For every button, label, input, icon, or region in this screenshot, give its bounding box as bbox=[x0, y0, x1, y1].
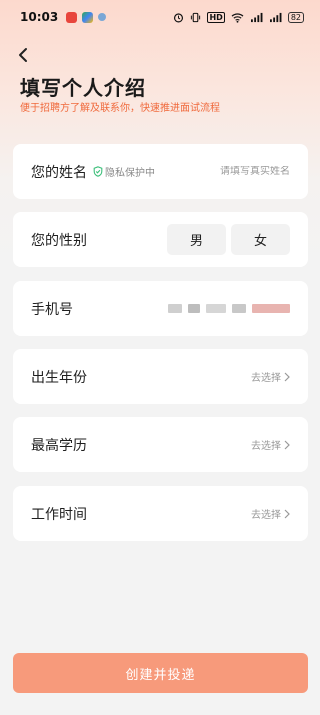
chevron-right-icon bbox=[284, 372, 290, 381]
wifi-icon bbox=[231, 12, 244, 23]
status-bar: 10:03 HD 82 bbox=[0, 0, 320, 34]
back-button[interactable] bbox=[12, 44, 34, 66]
chevron-left-icon bbox=[19, 48, 27, 62]
name-row: 您的姓名 隐私保护中 bbox=[13, 144, 308, 199]
status-time: 10:03 bbox=[20, 10, 59, 24]
birth-year-row[interactable]: 出生年份 去选择 bbox=[13, 349, 308, 404]
select-action-label: 去选择 bbox=[251, 373, 281, 384]
red-app-icon bbox=[66, 11, 78, 23]
gender-male-button[interactable]: 男 bbox=[167, 224, 226, 255]
play-store-icon bbox=[82, 11, 94, 23]
small-app-icon bbox=[98, 13, 107, 21]
privacy-label: 隐私保护中 bbox=[105, 168, 155, 179]
work-time-select[interactable]: 去选择 bbox=[251, 506, 290, 521]
work-time-row[interactable]: 工作时间 去选择 bbox=[13, 486, 308, 541]
select-action-label: 去选择 bbox=[251, 510, 281, 521]
shield-check-icon bbox=[93, 166, 103, 177]
work-time-label: 工作时间 bbox=[31, 506, 87, 523]
redacted-block bbox=[232, 304, 246, 313]
gender-female-button[interactable]: 女 bbox=[231, 224, 290, 255]
phone-value-redacted[interactable] bbox=[168, 304, 290, 313]
redacted-block bbox=[206, 304, 226, 313]
page-title: 填写个人介绍 bbox=[20, 76, 146, 100]
phone-label: 手机号 bbox=[31, 301, 73, 318]
select-action-label: 去选择 bbox=[251, 441, 281, 452]
battery-icon: 82 bbox=[287, 11, 304, 23]
birth-year-label: 出生年份 bbox=[31, 369, 87, 386]
privacy-badge: 隐私保护中 bbox=[93, 164, 155, 179]
education-label: 最高学历 bbox=[31, 437, 87, 454]
birth-year-select[interactable]: 去选择 bbox=[251, 369, 290, 384]
create-and-submit-button[interactable]: 创建并投递 bbox=[13, 653, 308, 693]
alarm-icon bbox=[174, 12, 184, 22]
gender-label: 您的性别 bbox=[31, 232, 87, 249]
education-select[interactable]: 去选择 bbox=[251, 437, 290, 452]
phone-row: 手机号 bbox=[13, 281, 308, 336]
hd-badge: HD bbox=[207, 11, 225, 23]
gender-row: 您的性别 男 女 bbox=[13, 212, 308, 267]
signal-icon bbox=[250, 12, 263, 22]
redacted-block bbox=[188, 304, 200, 313]
name-input[interactable] bbox=[200, 166, 290, 177]
chevron-right-icon bbox=[284, 440, 290, 449]
redacted-block bbox=[168, 304, 182, 313]
gender-options: 男 女 bbox=[167, 224, 290, 255]
education-row[interactable]: 最高学历 去选择 bbox=[13, 417, 308, 472]
name-label: 您的姓名 bbox=[31, 164, 87, 181]
chevron-right-icon bbox=[284, 509, 290, 518]
status-icons: HD 82 bbox=[173, 11, 304, 23]
page-subtitle: 便于招聘方了解及联系你，快速推进面试流程 bbox=[20, 103, 220, 114]
vibrate-icon bbox=[191, 12, 201, 22]
signal-icon bbox=[269, 12, 282, 22]
redacted-block bbox=[252, 304, 290, 313]
